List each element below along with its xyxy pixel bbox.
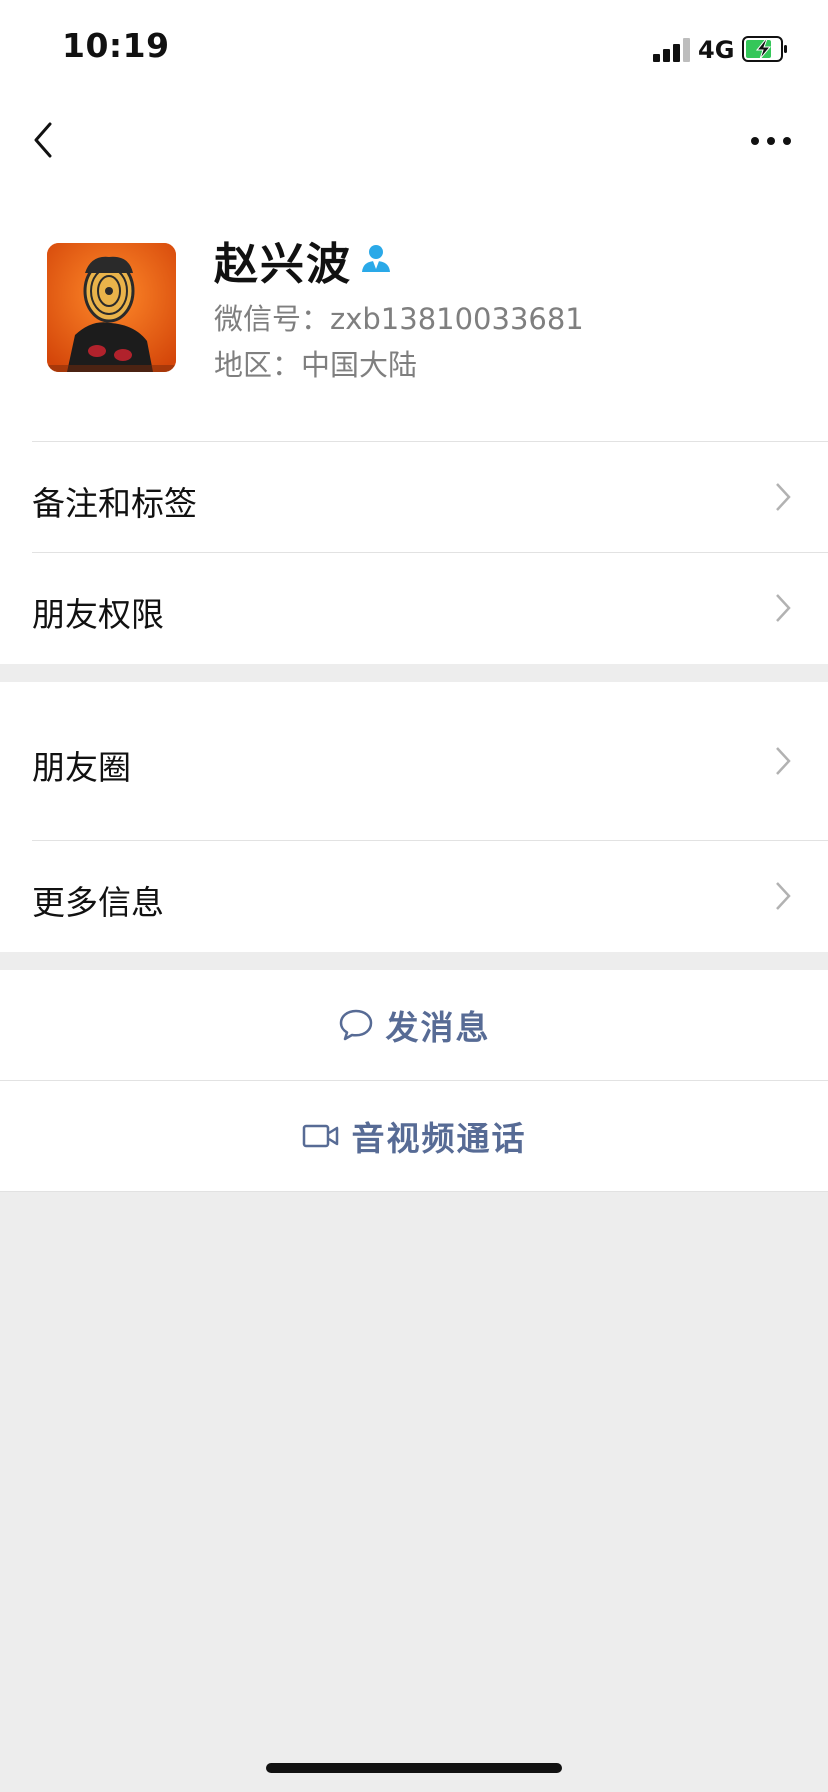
- region: 地区：中国大陆: [214, 348, 418, 382]
- menu-item-friend-permissions[interactable]: 朋友权限: [0, 553, 828, 664]
- more-dots-icon[interactable]: [748, 128, 794, 154]
- menu-item-moments[interactable]: 朋友圈: [0, 682, 828, 840]
- chevron-right-icon: [776, 882, 791, 910]
- send-message-label: 发消息: [385, 1008, 491, 1047]
- chevron-left-icon[interactable]: [28, 115, 64, 165]
- avatar[interactable]: [47, 243, 176, 372]
- menu-item-more-info[interactable]: 更多信息: [0, 841, 828, 952]
- chevron-right-icon: [776, 594, 791, 622]
- section-gap: [0, 664, 828, 682]
- divider: [0, 1191, 828, 1192]
- chevron-right-icon: [776, 483, 791, 511]
- person-icon: [362, 245, 390, 272]
- signal-icon: [653, 38, 691, 62]
- section-gap: [0, 952, 828, 970]
- menu-item-remarks-tags[interactable]: 备注和标签: [0, 442, 828, 552]
- send-message-button[interactable]: 发消息: [0, 970, 828, 1080]
- contact-name: 赵兴波: [214, 239, 352, 290]
- menu-item-label: 朋友圈: [32, 748, 131, 787]
- video-call-button[interactable]: 音视频通话: [0, 1081, 828, 1191]
- chat-bubble-icon: [339, 1009, 372, 1041]
- menu-item-label: 朋友权限: [32, 595, 164, 634]
- video-camera-icon: [302, 1124, 338, 1148]
- battery-icon: [742, 36, 787, 62]
- chevron-right-icon: [776, 747, 791, 775]
- wechat-id: 微信号：zxb13810033681: [214, 302, 584, 336]
- home-indicator[interactable]: [266, 1763, 562, 1773]
- avatar-image: [47, 243, 176, 372]
- status-time: 10:19: [62, 26, 170, 65]
- menu-item-label: 更多信息: [32, 883, 164, 922]
- menu-item-label: 备注和标签: [32, 484, 197, 523]
- video-call-label: 音视频通话: [351, 1119, 527, 1158]
- network-label: 4G: [698, 36, 735, 64]
